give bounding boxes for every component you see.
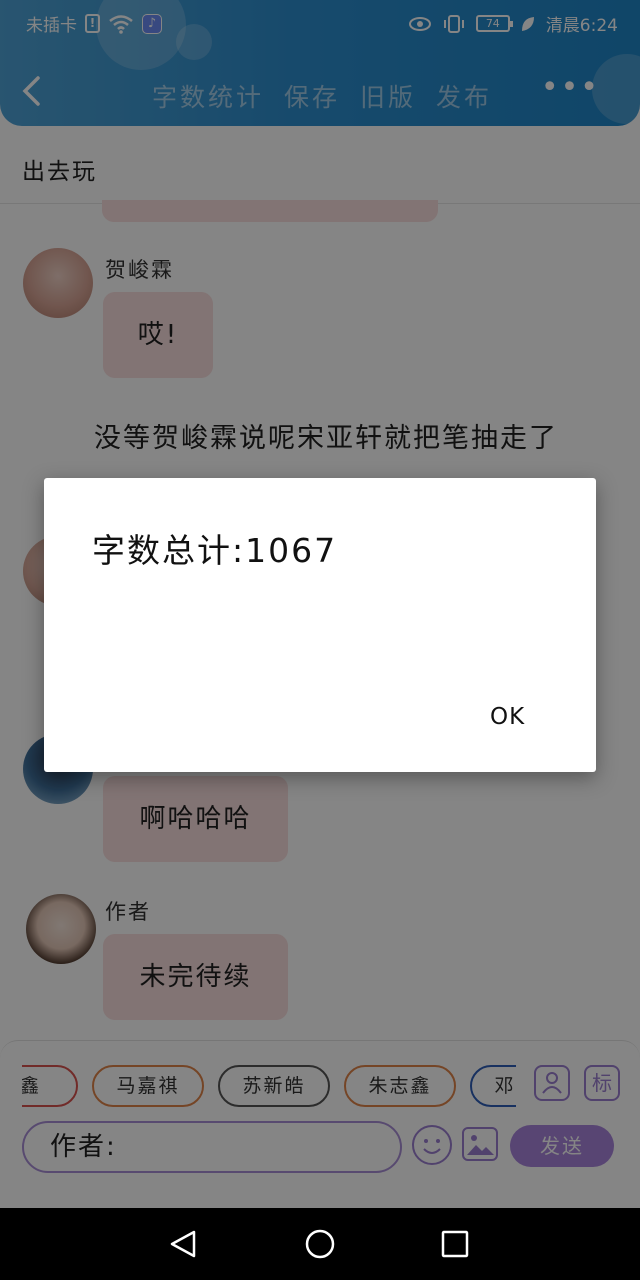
ok-button[interactable]: OK — [490, 704, 525, 730]
home-nav-icon[interactable] — [290, 1208, 350, 1280]
system-nav-bar — [0, 1208, 640, 1280]
back-nav-icon[interactable] — [152, 1208, 212, 1280]
recents-nav-icon[interactable] — [425, 1208, 485, 1280]
word-count-dialog: 字数总计:1067 OK — [44, 478, 596, 772]
dialog-message: 字数总计:1067 — [92, 531, 338, 570]
